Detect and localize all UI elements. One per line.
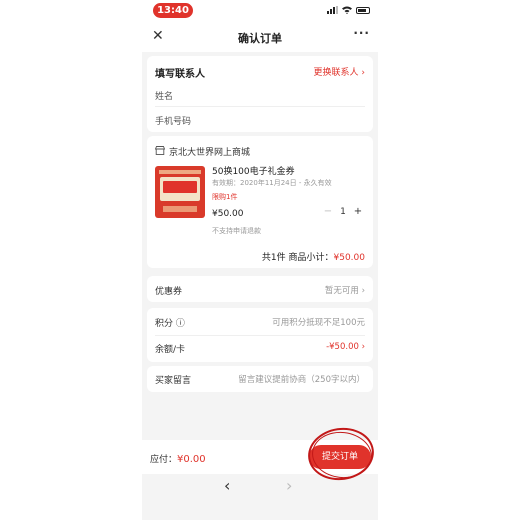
voucher-card-graphic	[160, 177, 200, 201]
more-icon[interactable]: ···	[353, 26, 370, 40]
decrease-button[interactable]: −	[321, 206, 335, 217]
phone-field[interactable]: 手机号码	[155, 114, 191, 127]
shop-icon	[155, 146, 165, 155]
subtotal-label: 共1件 商品小计：	[261, 253, 334, 263]
voucher-red-band	[163, 181, 197, 193]
amount-due-label: 应付：	[150, 455, 178, 465]
amount-due: 应付：¥0.00	[150, 452, 206, 465]
status-time: 13:40	[153, 3, 193, 18]
quantity-stepper: − 1 +	[321, 206, 365, 217]
subtotal-value: ¥50.00	[333, 253, 366, 263]
product-thumbnail[interactable]	[155, 166, 205, 218]
coupon-value: 暂无可用 ›	[324, 286, 365, 296]
forward-icon[interactable]: ›	[286, 476, 292, 495]
coupon-row[interactable]: 优惠券 暂无可用 ›	[147, 276, 373, 302]
subtotal: 共1件 商品小计：¥50.00	[262, 250, 365, 263]
points-value: 可用积分抵现不足100元	[272, 318, 365, 328]
message-input[interactable]: 留言建议提前协商（250字以内）	[238, 373, 365, 385]
shop-name: 京北大世界网上商城	[169, 148, 251, 158]
product-price: ¥50.00	[212, 209, 244, 219]
purchase-limit: 限购1件	[212, 193, 238, 201]
page-title: 确认订单	[238, 32, 282, 45]
coupon-label: 优惠券	[155, 287, 183, 297]
name-field[interactable]: 姓名	[155, 89, 173, 102]
balance-value[interactable]: -¥50.00 ›	[326, 342, 365, 352]
points-label: 积分 ⓘ	[155, 319, 185, 329]
back-icon[interactable]: ‹	[224, 476, 230, 495]
refund-note: 不支持申请退款	[212, 227, 261, 235]
message-label: 买家留言	[155, 376, 192, 386]
battery-icon	[356, 6, 370, 14]
status-bar: 13:40	[142, 0, 378, 22]
status-icons	[327, 6, 370, 14]
signal-icon	[327, 6, 338, 14]
amount-due-value: ¥0.00	[177, 454, 206, 465]
divider	[155, 335, 365, 336]
quantity-value[interactable]: 1	[335, 207, 351, 217]
submit-order-button[interactable]: 提交订单	[309, 445, 371, 469]
order-card: 京北大世界网上商城 50换100电子礼金券 有效期：2020年11月24日 - …	[147, 136, 373, 268]
browser-toolbar: ‹ ›	[142, 474, 378, 520]
checkout-footer: 应付：¥0.00 提交订单	[142, 440, 378, 474]
increase-button[interactable]: +	[351, 206, 365, 217]
nav-bar: ✕ 确认订单 ···	[142, 22, 378, 52]
thumbnail-caption-bar	[163, 206, 197, 212]
message-row[interactable]: 买家留言 留言建议提前协商（250字以内）	[147, 366, 373, 392]
product-validity: 有效期：2020年11月24日 - 永久有效	[212, 179, 332, 187]
phone-screen: 13:40 ✕ 确认订单 ··· 填写联系人 更换联系人 › 姓名 手机号码 京…	[142, 0, 378, 520]
contact-card: 填写联系人 更换联系人 › 姓名 手机号码	[147, 56, 373, 132]
product-title: 50换100电子礼金券	[212, 167, 295, 177]
contact-heading: 填写联系人	[155, 69, 205, 80]
payment-card: 积分 ⓘ 可用积分抵现不足100元 余额/卡 -¥50.00 ›	[147, 308, 373, 362]
thumbnail-banner	[159, 170, 201, 174]
change-contact-link[interactable]: 更换联系人 ›	[314, 65, 365, 78]
divider	[155, 106, 365, 107]
balance-label: 余额/卡	[155, 345, 186, 355]
wifi-icon	[342, 6, 352, 14]
